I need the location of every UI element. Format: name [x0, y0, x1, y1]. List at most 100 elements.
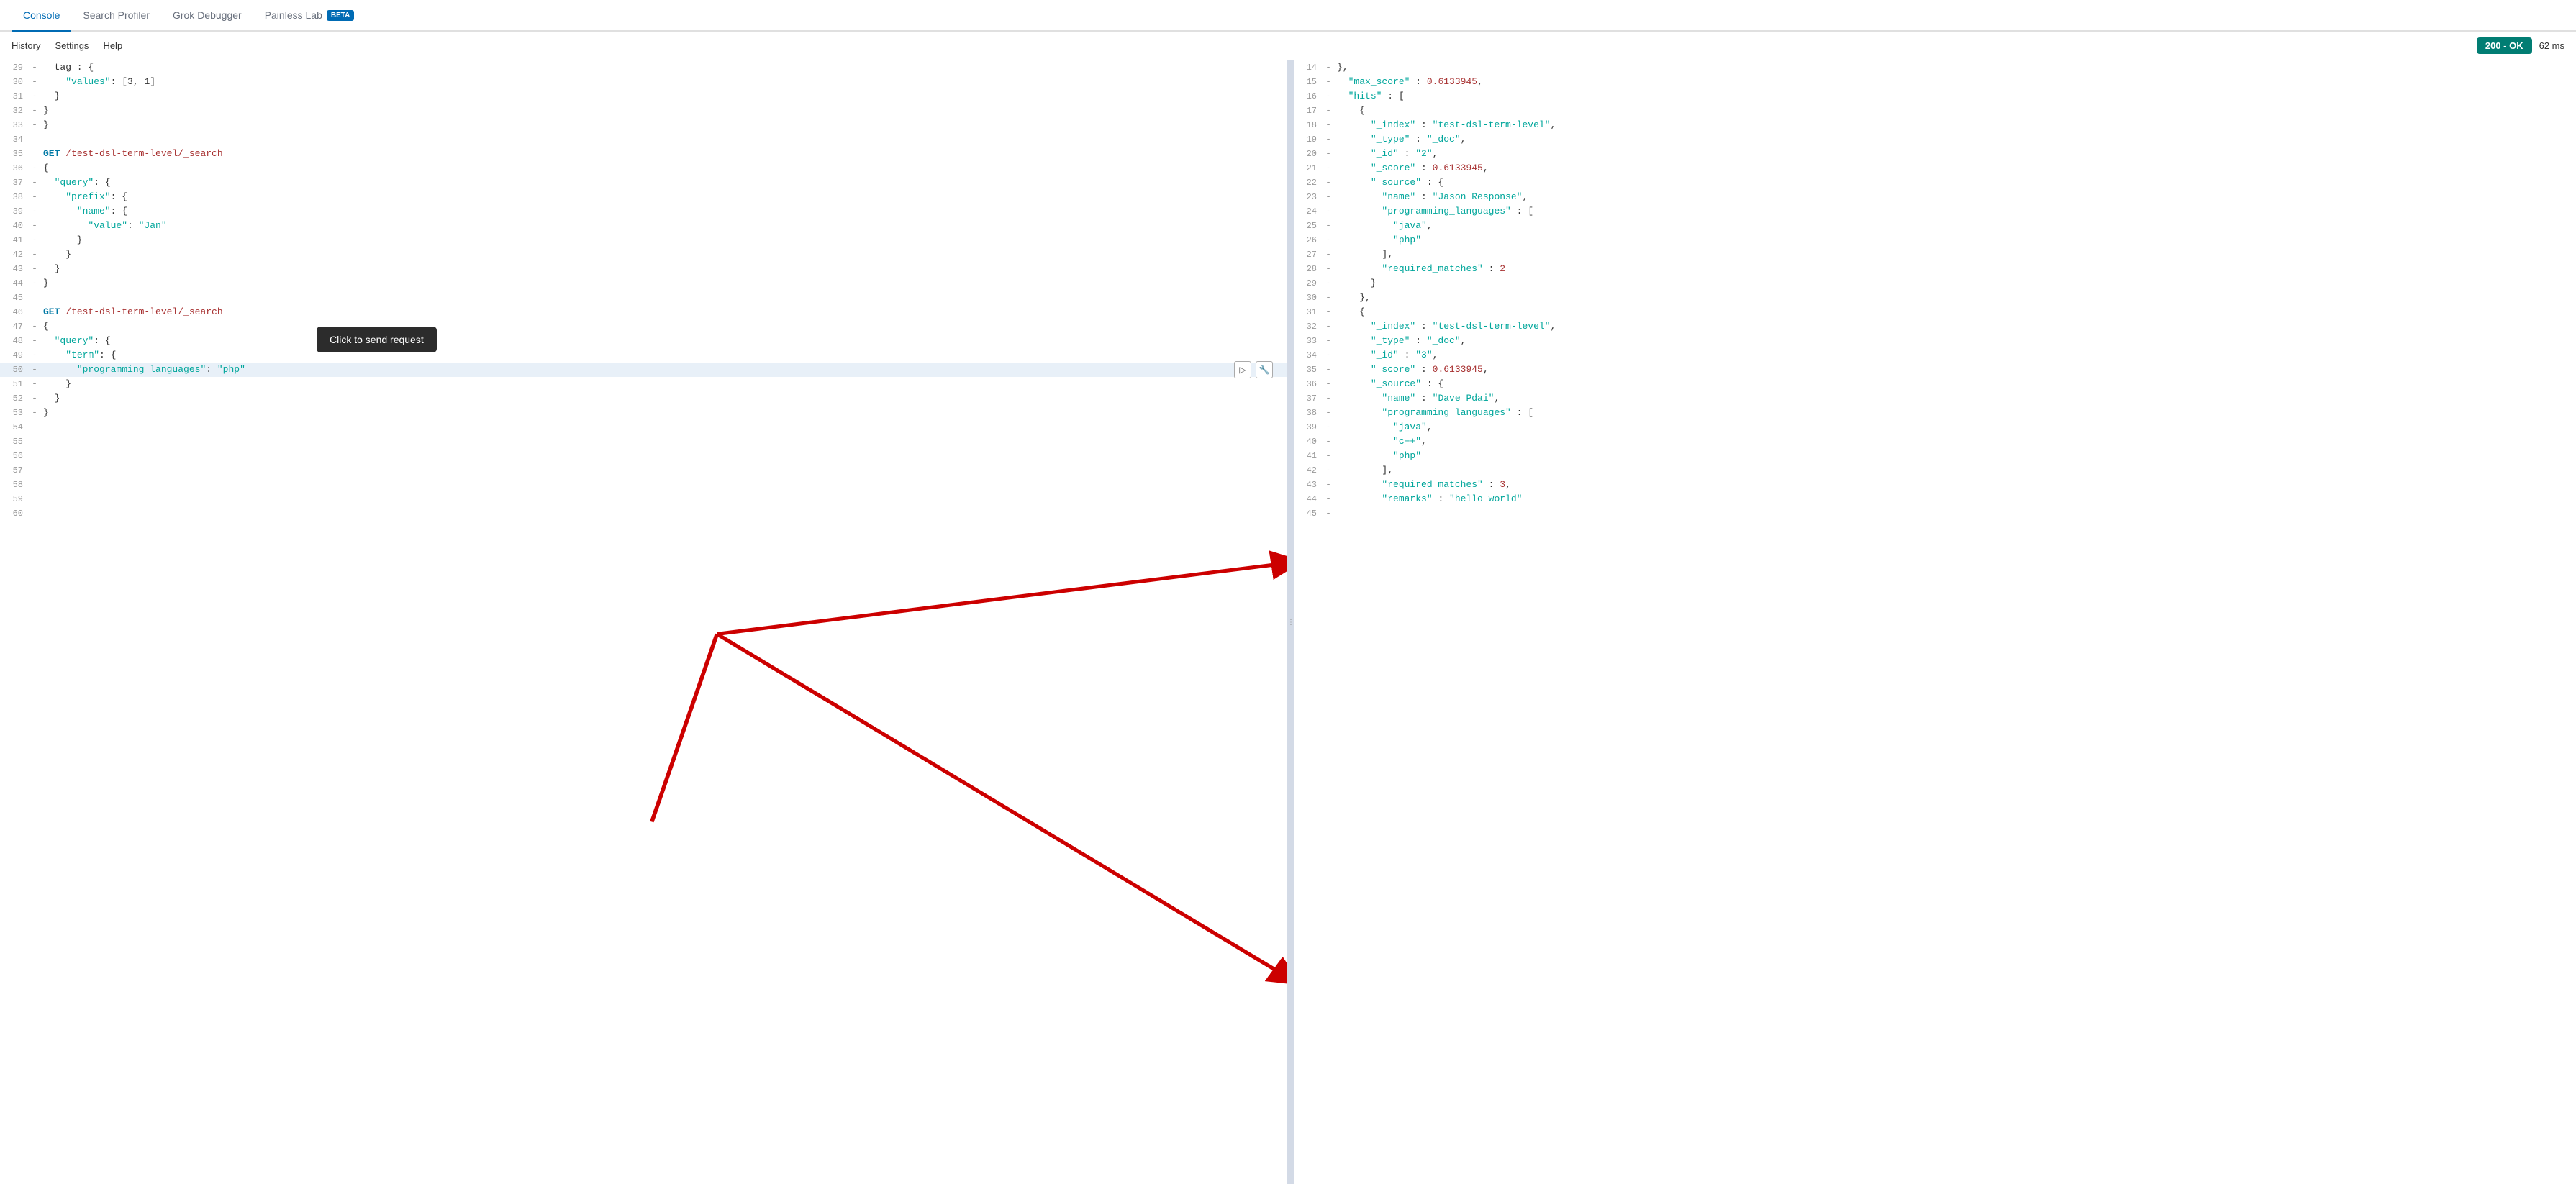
- help-button[interactable]: Help: [103, 40, 122, 51]
- line-number: 20: [1294, 147, 1323, 161]
- nav-grok-debugger[interactable]: Grok Debugger: [161, 0, 253, 32]
- line-content[interactable]: }: [40, 262, 1287, 276]
- line-number: 41: [0, 233, 29, 247]
- line-gutter: -: [1323, 262, 1334, 276]
- main-area: 29- tag : {30- "values": [3, 1]31- }32-}…: [0, 60, 2576, 1184]
- nav-search-profiler[interactable]: Search Profiler: [71, 0, 161, 32]
- code-line-34: 34: [0, 132, 1287, 147]
- line-content[interactable]: "query": {: [40, 334, 1287, 348]
- line-content[interactable]: "name": {: [40, 204, 1287, 219]
- line-content[interactable]: }: [40, 118, 1287, 132]
- line-number: 48: [0, 334, 29, 348]
- line-gutter: -: [29, 377, 40, 391]
- line-content[interactable]: }: [40, 233, 1287, 247]
- line-gutter: -: [29, 233, 40, 247]
- code-editor[interactable]: 29- tag : {30- "values": [3, 1]31- }32-}…: [0, 60, 1287, 1184]
- settings-button[interactable]: Settings: [55, 40, 89, 51]
- code-line-36: 36- "_source" : {: [1294, 377, 2576, 391]
- code-line-40: 40- "c++",: [1294, 434, 2576, 449]
- line-gutter: -: [1323, 506, 1334, 521]
- line-content[interactable]: }: [40, 391, 1287, 406]
- line-gutter: -: [1323, 75, 1334, 89]
- line-number: 55: [0, 434, 29, 449]
- line-gutter: -: [1323, 147, 1334, 161]
- line-number: 39: [1294, 420, 1323, 434]
- code-line-36: 36-{: [0, 161, 1287, 176]
- line-number: 29: [1294, 276, 1323, 291]
- line-content[interactable]: }: [40, 247, 1287, 262]
- line-content: "max_score" : 0.6133945,: [1334, 75, 2576, 89]
- code-line-52: 52- }: [0, 391, 1287, 406]
- line-content: "_type" : "_doc",: [1334, 132, 2576, 147]
- nav-painless-lab[interactable]: Painless Lab BETA: [253, 0, 366, 32]
- line-content[interactable]: }: [40, 276, 1287, 291]
- sub-navigation: History Settings Help 200 - OK 62 ms: [0, 32, 2576, 60]
- code-line-30: 30- },: [1294, 291, 2576, 305]
- line-number: 43: [0, 262, 29, 276]
- line-content: "_index" : "test-dsl-term-level",: [1334, 319, 2576, 334]
- sub-nav-left: History Settings Help: [12, 40, 122, 51]
- line-number: 27: [1294, 247, 1323, 262]
- line-content[interactable]: "value": "Jan": [40, 219, 1287, 233]
- code-line-26: 26- "php": [1294, 233, 2576, 247]
- line-gutter: -: [1323, 204, 1334, 219]
- line-number: 30: [1294, 291, 1323, 305]
- line-content[interactable]: GET /test-dsl-term-level/_search: [40, 305, 1287, 319]
- code-line-29: 29- }: [1294, 276, 2576, 291]
- line-number: 22: [1294, 176, 1323, 190]
- line-gutter: -: [1323, 319, 1334, 334]
- code-line-33: 33-}: [0, 118, 1287, 132]
- line-number: 29: [0, 60, 29, 75]
- line-content[interactable]: {: [40, 161, 1287, 176]
- code-line-16: 16- "hits" : [: [1294, 89, 2576, 104]
- history-button[interactable]: History: [12, 40, 40, 51]
- code-line-50: 50- "programming_languages": "php": [0, 363, 1287, 377]
- line-content[interactable]: "values": [3, 1]: [40, 75, 1287, 89]
- line-content: "_score" : 0.6133945,: [1334, 161, 2576, 176]
- line-content: "php": [1334, 449, 2576, 463]
- line-number: 60: [0, 506, 29, 521]
- code-line-49: 49- "term": {: [0, 348, 1287, 363]
- line-content[interactable]: "query": {: [40, 176, 1287, 190]
- code-line-29: 29- tag : {: [0, 60, 1287, 75]
- line-content: "required_matches" : 2: [1334, 262, 2576, 276]
- line-content[interactable]: GET /test-dsl-term-level/_search: [40, 147, 1287, 161]
- run-button[interactable]: ▷: [1234, 361, 1251, 378]
- editor-panel[interactable]: 29- tag : {30- "values": [3, 1]31- }32-}…: [0, 60, 1288, 1184]
- code-line-41: 41- }: [0, 233, 1287, 247]
- code-line-37: 37- "query": {: [0, 176, 1287, 190]
- code-line-32: 32- "_index" : "test-dsl-term-level",: [1294, 319, 2576, 334]
- line-content[interactable]: tag : {: [40, 60, 1287, 75]
- line-gutter: -: [1323, 363, 1334, 377]
- line-content: }: [1334, 276, 2576, 291]
- line-content[interactable]: }: [40, 406, 1287, 420]
- line-content: {: [1334, 305, 2576, 319]
- line-number: 50: [0, 363, 29, 377]
- line-number: 39: [0, 204, 29, 219]
- line-content: "programming_languages" : [: [1334, 406, 2576, 420]
- line-gutter: -: [1323, 118, 1334, 132]
- code-line-34: 34- "_id" : "3",: [1294, 348, 2576, 363]
- line-content[interactable]: "term": {: [40, 348, 1287, 363]
- line-number: 33: [1294, 334, 1323, 348]
- line-content[interactable]: }: [40, 377, 1287, 391]
- nav-console[interactable]: Console: [12, 0, 71, 32]
- line-content[interactable]: "programming_languages": "php": [40, 363, 1287, 377]
- code-line-59: 59: [0, 492, 1287, 506]
- wrench-button[interactable]: 🔧: [1256, 361, 1273, 378]
- line-content: "_type" : "_doc",: [1334, 334, 2576, 348]
- line-content[interactable]: {: [40, 319, 1287, 334]
- line-gutter: -: [1323, 449, 1334, 463]
- code-line-38: 38- "programming_languages" : [: [1294, 406, 2576, 420]
- line-content[interactable]: "prefix": {: [40, 190, 1287, 204]
- line-number: 32: [0, 104, 29, 118]
- line-content[interactable]: }: [40, 104, 1287, 118]
- line-content[interactable]: }: [40, 89, 1287, 104]
- line-number: 37: [0, 176, 29, 190]
- line-gutter: -: [1323, 406, 1334, 420]
- line-gutter: -: [1323, 247, 1334, 262]
- line-gutter: -: [29, 334, 40, 348]
- code-line-32: 32-}: [0, 104, 1287, 118]
- panel-divider[interactable]: ⋮: [1288, 60, 1294, 1184]
- code-line-53: 53-}: [0, 406, 1287, 420]
